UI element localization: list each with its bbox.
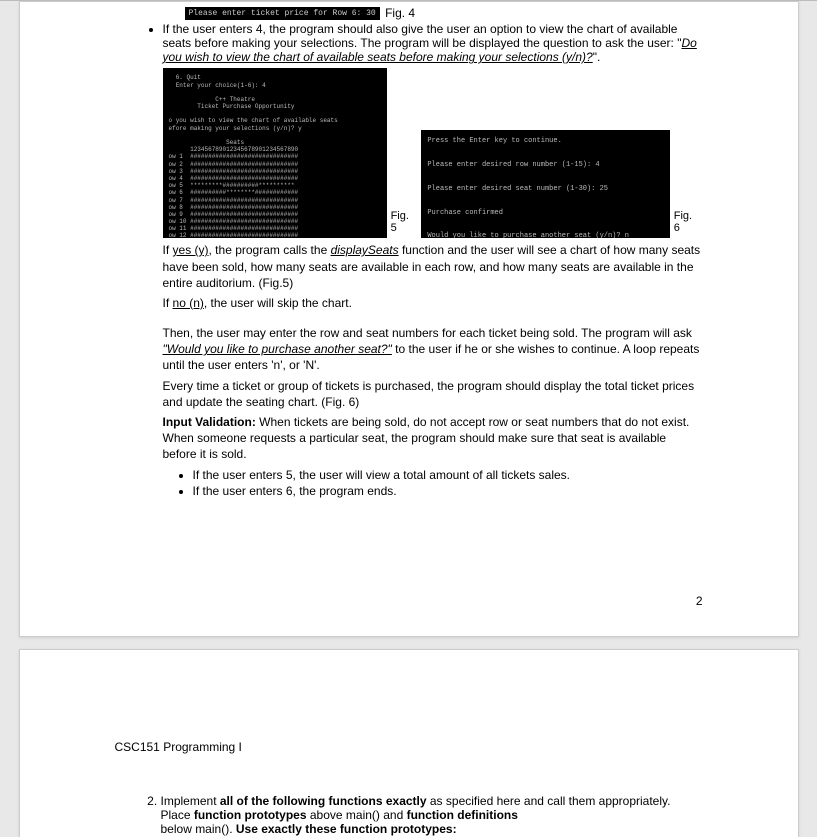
bullet-option-6: If the user enters 6, the program ends. <box>193 483 703 499</box>
spec-ordered-list: Implement all of the following functions… <box>139 794 703 837</box>
document-viewport: Please enter ticket price for Row 6: 30 … <box>0 0 817 837</box>
para-input-validation: Input Validation: When tickets are being… <box>163 414 703 463</box>
para-no: If no (n), the user will skip the chart. <box>163 295 703 311</box>
bullet-option-5: If the user enters 5, the user will view… <box>193 467 703 483</box>
fig4-terminal-strip: Please enter ticket price for Row 6: 30 <box>185 7 380 20</box>
course-header: CSC151 Programming I <box>115 740 703 754</box>
fig5-terminal: 6. Quit Enter your choice(1-6): 4 C++ Th… <box>163 68 387 238</box>
page-2: Please enter ticket price for Row 6: 30 … <box>19 1 799 637</box>
body-paragraphs: If yes (y), the program calls the displa… <box>163 242 703 499</box>
page-3: CSC151 Programming I Implement all of th… <box>19 649 799 837</box>
fig5-label: Fig. 5 <box>389 210 420 238</box>
spec-item-2: Implement all of the following functions… <box>161 794 703 837</box>
fig4-row: Please enter ticket price for Row 6: 30 … <box>115 6 703 20</box>
para-then2: Every time a ticket or group of tickets … <box>163 378 703 410</box>
bullet-option-4: If the user enters 4, the program should… <box>163 22 703 64</box>
page-number: 2 <box>696 594 703 608</box>
fig4-label: Fig. 4 <box>385 6 415 20</box>
bullet-list-inner: If the user enters 5, the user will view… <box>175 467 703 499</box>
fig6-label: Fig. 6 <box>672 210 703 238</box>
bullet-list-top: If the user enters 4, the program should… <box>145 22 703 64</box>
fig6-terminal: Press the Enter key to continue. Please … <box>421 130 669 238</box>
para-then1: Then, the user may enter the row and sea… <box>163 325 703 374</box>
para-yes: If yes (y), the program calls the displa… <box>163 242 703 291</box>
figure-row-5-6: 6. Quit Enter your choice(1-6): 4 C++ Th… <box>163 68 703 238</box>
